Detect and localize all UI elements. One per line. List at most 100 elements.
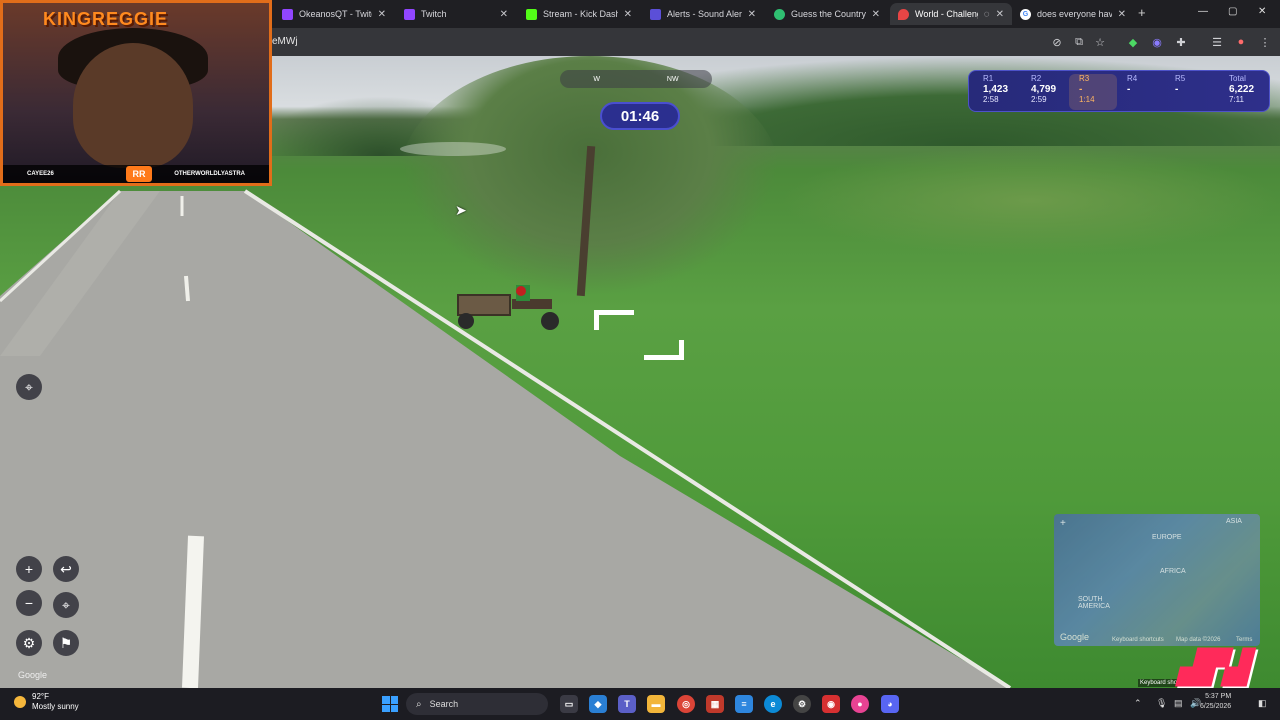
maximize-button[interactable]: ▢ <box>1228 6 1237 17</box>
return-to-start-button[interactable]: ⌖ <box>16 374 42 400</box>
round-points: - <box>1079 84 1083 95</box>
undo-move-button[interactable]: ↩ <box>53 556 79 582</box>
edge-icon[interactable]: e <box>764 695 782 713</box>
checkpoint-button[interactable]: ⌖ <box>53 592 79 618</box>
map-pin-icon <box>898 8 909 20</box>
settings-app-icon[interactable]: ⚙ <box>793 695 811 713</box>
address-bar[interactable]: eMWj <box>272 36 298 47</box>
stream-brand-logo: ▟▛▟ <box>1178 649 1248 685</box>
tab-guess-the-country[interactable]: Guess the Country ✕ <box>766 3 888 25</box>
round-score-panel: R1 1,423 2:58 R2 4,799 2:59 R3 - 1:14 R4… <box>968 70 1270 112</box>
webcam-title: KINGREGGIE <box>43 9 169 29</box>
system-clock[interactable]: 5:37 PM 6/25/2026 <box>1200 692 1231 712</box>
navigation-target-marker[interactable] <box>400 142 506 156</box>
settings-button[interactable]: ⚙ <box>16 630 42 656</box>
map-pin-icon: ⌖ <box>25 378 33 395</box>
compass-strip: W NW <box>560 70 712 88</box>
tab-does-everyone-have[interactable]: G does everyone have ✕ <box>1012 3 1134 25</box>
rider-helmet <box>516 286 526 296</box>
round-label: R1 <box>983 74 994 83</box>
minimap-map-data: Map data ©2026 <box>1176 637 1221 643</box>
map-label-africa: AFRICA <box>1160 568 1186 575</box>
new-tab-button[interactable]: + <box>1138 5 1146 20</box>
file-explorer-icon[interactable]: ▬ <box>647 695 665 713</box>
notepad-icon[interactable]: ≡ <box>735 695 753 713</box>
discord-icon[interactable]: ◕ <box>881 695 899 713</box>
calculator-icon[interactable]: ▦ <box>706 695 724 713</box>
minimap-keyboard-shortcuts[interactable]: Keyboard shortcuts <box>1112 637 1164 643</box>
undo-arrow-icon: ↩ <box>60 560 72 577</box>
close-tab-icon[interactable]: ✕ <box>748 9 756 20</box>
sound-alerts-icon <box>650 8 661 20</box>
close-tab-icon[interactable]: ✕ <box>996 9 1004 20</box>
zoom-out-button[interactable]: − <box>16 590 42 616</box>
minimize-button[interactable]: — <box>1198 6 1208 17</box>
close-tab-icon[interactable]: ✕ <box>500 9 508 20</box>
tab-sound-alerts[interactable]: Alerts - Sound Alerts ✕ <box>642 3 764 25</box>
menu-dots-icon[interactable]: ⋮ <box>1258 35 1272 49</box>
tab-title: World - Challeng <box>915 9 978 19</box>
webcam-right-name: OTHERWORLDLYASTRA <box>174 171 245 177</box>
zoom-in-button[interactable]: + <box>16 556 42 582</box>
webcam-badge: RR <box>126 166 152 182</box>
tab-twitch[interactable]: Twitch ✕ <box>396 3 516 25</box>
minimap-terms[interactable]: Terms <box>1236 637 1252 643</box>
puzzle-icon[interactable]: ✚ <box>1174 35 1188 49</box>
tab-title: does everyone have <box>1037 9 1112 19</box>
close-tab-icon[interactable]: ✕ <box>872 9 880 20</box>
tab-okeanosqt[interactable]: OkeanosQT - Twitch ✕ <box>274 3 394 25</box>
weather-condition: Mostly sunny <box>32 702 79 711</box>
close-window-button[interactable]: ✕ <box>1258 6 1266 17</box>
guess-minimap[interactable]: + EUROPE AFRICA SOUTH AMERICA ASIA Googl… <box>1054 514 1260 646</box>
profile-avatar[interactable]: ● <box>1234 35 1248 49</box>
round-label: Total <box>1229 74 1246 83</box>
extension-icon[interactable]: ◉ <box>1150 35 1164 49</box>
weather-widget[interactable]: 92°F Mostly sunny <box>14 692 79 712</box>
notifications-icon[interactable]: ◧ <box>1258 698 1267 709</box>
reading-list-icon[interactable]: ☰ <box>1210 35 1224 49</box>
task-view-icon[interactable]: ▭ <box>560 695 578 713</box>
extension-shield-icon[interactable]: ◆ <box>1126 35 1140 49</box>
tab-title: Alerts - Sound Alerts <box>667 9 742 19</box>
copilot-icon[interactable]: ◆ <box>589 695 607 713</box>
round-label: R2 <box>1031 74 1042 83</box>
windows-start-button[interactable] <box>382 696 398 712</box>
teams-icon[interactable]: T <box>618 695 636 713</box>
search-icon: ⌕ <box>416 698 422 710</box>
mute-icon[interactable]: ⊘ <box>1050 35 1064 49</box>
microphone-icon[interactable]: 🎙 <box>1156 698 1167 709</box>
flag-icon: ⚑ <box>59 634 73 651</box>
tab-title: Guess the Country <box>791 9 866 19</box>
close-tab-icon[interactable]: ✕ <box>378 9 386 20</box>
close-tab-icon[interactable]: ✕ <box>624 9 632 20</box>
tray-overflow-icon[interactable]: ⌃ <box>1134 698 1142 709</box>
weather-temperature: 92°F <box>32 692 49 701</box>
motorcycle-with-sidecar <box>457 285 559 330</box>
chrome-icon[interactable]: ◎ <box>677 695 695 713</box>
record-icon[interactable]: ● <box>851 695 869 713</box>
round-5-score: R5 - <box>1165 74 1213 110</box>
round-2-score: R2 4,799 2:59 <box>1021 74 1069 110</box>
minus-icon: − <box>24 595 34 611</box>
round-points: 6,222 <box>1229 84 1255 95</box>
google-logo: Google <box>18 670 48 680</box>
screenshot-icon[interactable]: ⧉ <box>1072 35 1086 49</box>
windows-taskbar <box>0 688 1280 720</box>
round-time: 7:11 <box>1229 95 1244 104</box>
close-tab-icon[interactable]: ✕ <box>1118 9 1126 20</box>
bookmark-star-icon[interactable]: ☆ <box>1093 35 1107 49</box>
obs-icon[interactable]: ◉ <box>822 695 840 713</box>
tab-kick-dashboard[interactable]: Stream - Kick Dashbo ✕ <box>518 3 640 25</box>
mute-tab-icon[interactable]: ◌ <box>984 9 990 20</box>
round-4-score: R4 - <box>1117 74 1165 110</box>
location-pin-icon: ⌖ <box>62 596 70 613</box>
network-icon[interactable]: ▤ <box>1174 698 1183 709</box>
clock-time: 5:37 PM <box>1205 693 1232 700</box>
flag-button[interactable]: ⚑ <box>53 630 79 656</box>
round-time: 1:14 <box>1079 95 1095 104</box>
expand-map-icon[interactable]: + <box>1060 518 1066 529</box>
tab-world-challenge[interactable]: World - Challeng ◌ ✕ <box>890 3 1012 25</box>
crosshair-bracket-top-left <box>594 310 634 330</box>
taskbar-search[interactable]: ⌕ Search <box>406 693 548 715</box>
sun-icon <box>14 696 26 708</box>
